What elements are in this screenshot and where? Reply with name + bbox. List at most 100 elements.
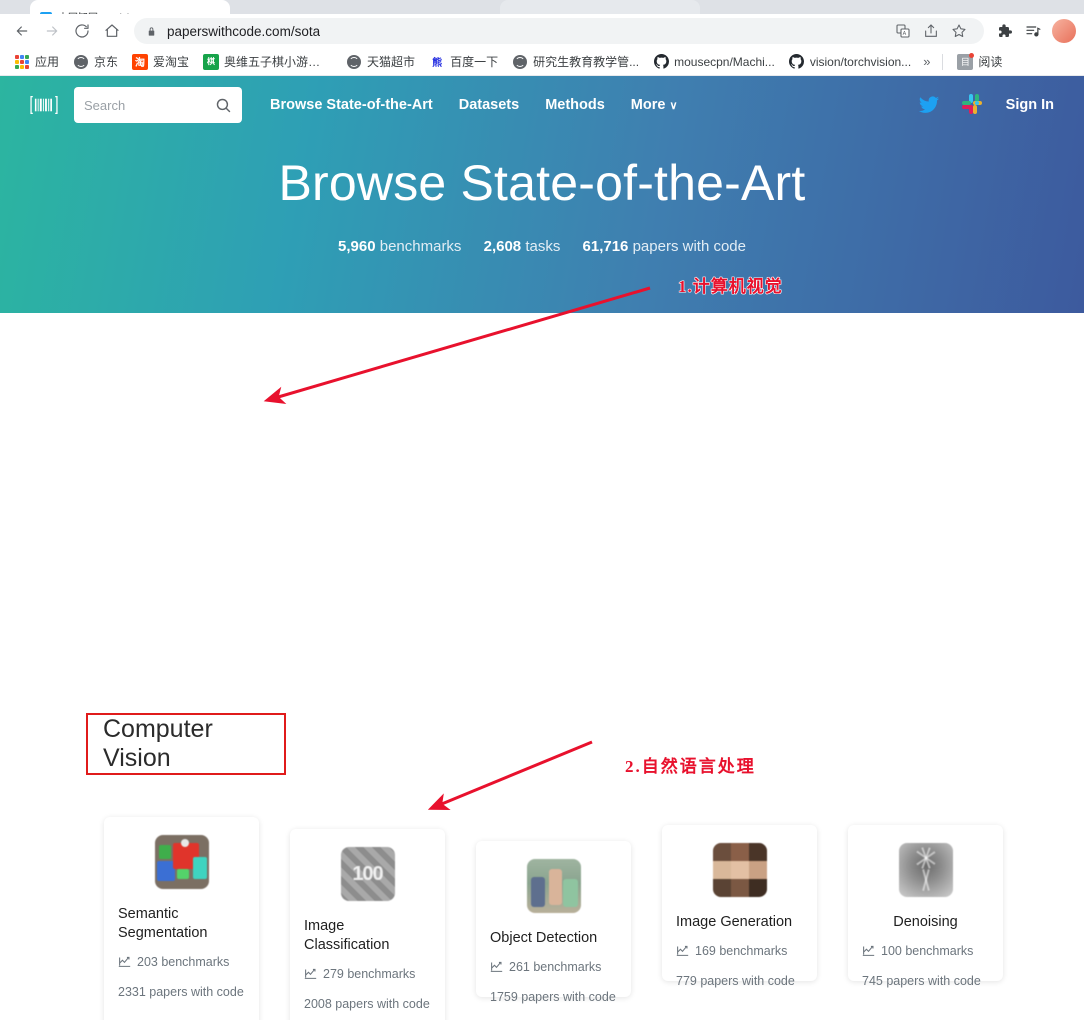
- bookmark-github-torchvision[interactable]: vision/torchvision...: [783, 51, 917, 73]
- bookmark-label: 百度一下: [450, 55, 499, 69]
- bookmark-label: 奥维五子棋小游戏,...: [224, 55, 333, 69]
- bookmark-baidu[interactable]: 熊 百度一下: [423, 50, 504, 73]
- bookmark-github-mousecpn[interactable]: mousecpn/Machi...: [647, 51, 781, 73]
- nav-datasets[interactable]: Datasets: [459, 97, 519, 113]
- slack-icon[interactable]: [961, 94, 984, 116]
- stat-benchmarks: 5,960 benchmarks: [338, 238, 466, 255]
- annotation-arrow-2: [427, 740, 593, 811]
- tab-strip: 中国知网 - Articles: [0, 0, 1084, 14]
- reading-list-button[interactable]: 目 阅读: [951, 50, 1008, 73]
- task-card-benchmarks: 203 benchmarks: [118, 954, 245, 972]
- task-card-title: Image Generation: [676, 914, 793, 930]
- task-card-object-detection[interactable]: Object Detection 261 benchmarks 1759 pap…: [476, 841, 631, 1004]
- stat-tasks: 2,608 tasks: [484, 238, 565, 255]
- bookmark-label: 天猫超市: [367, 55, 416, 69]
- bookmark-star-icon[interactable]: [946, 18, 972, 44]
- object-detection-thumb: [526, 859, 581, 913]
- denoising-thumb: [898, 843, 953, 897]
- section-title-computer-vision: Computer Vision: [103, 715, 213, 772]
- stat-benchmarks-value: 5,960: [338, 238, 376, 255]
- forward-arrow-icon[interactable]: [38, 17, 66, 45]
- task-card-semantic-segmentation[interactable]: Semantic Segmentation 203 benchmarks 233…: [104, 817, 259, 1020]
- profile-avatar-icon[interactable]: [1052, 19, 1076, 43]
- task-card-benchmarks-text: 279 benchmarks: [323, 967, 416, 982]
- semantic-segmentation-thumb: [154, 835, 209, 889]
- bookmark-game[interactable]: 棋 奥维五子棋小游戏,...: [197, 50, 338, 73]
- task-card-denoising[interactable]: Denoising 100 benchmarks 745 papers with…: [848, 825, 1003, 988]
- stat-papers-value: 61,716: [582, 238, 629, 255]
- task-card-papers: 2008 papers with code: [304, 996, 430, 1011]
- bookmark-bar: 应用 京东 淘 爱淘宝 棋 奥维五子棋小游戏,... 天猫超市 熊 百度一下 研…: [0, 48, 1084, 76]
- nav-more-label: More: [630, 97, 666, 113]
- omnibox-actions: A: [890, 18, 972, 44]
- sign-in-button[interactable]: Sign In: [1006, 97, 1054, 113]
- search-input[interactable]: [84, 97, 215, 113]
- bookmark-jd[interactable]: 京东: [67, 50, 124, 73]
- site-hero: Browse State-of-the-Art Datasets Methods…: [0, 76, 1084, 313]
- bookmark-edu[interactable]: 研究生教育教学管...: [506, 50, 645, 73]
- chart-icon: [118, 955, 131, 968]
- media-playlist-icon[interactable]: [1020, 18, 1046, 44]
- bookmark-label: mousecpn/Machi...: [674, 54, 775, 69]
- github-icon: [789, 54, 805, 70]
- bookmark-label: 爱淘宝: [153, 55, 190, 69]
- chart-icon: [676, 944, 689, 957]
- browser-tab-3[interactable]: [500, 0, 700, 14]
- site-nav-links: Browse State-of-the-Art Datasets Methods…: [270, 97, 678, 113]
- site-navbar: Browse State-of-the-Art Datasets Methods…: [0, 76, 1084, 134]
- bookmarks-overflow-button[interactable]: »: [919, 54, 934, 69]
- task-card-benchmarks: 100 benchmarks: [862, 943, 989, 961]
- bookmark-label: 研究生教育教学管...: [533, 55, 640, 69]
- back-arrow-icon[interactable]: [8, 17, 36, 45]
- task-card-image-generation[interactable]: Image Generation 169 benchmarks 779 pape…: [662, 825, 817, 988]
- chevron-down-icon: ∨: [669, 99, 678, 112]
- search-icon[interactable]: [215, 97, 232, 114]
- nav-methods[interactable]: Methods: [545, 97, 605, 113]
- baidu-icon: 熊: [432, 58, 443, 69]
- task-card-benchmarks-text: 169 benchmarks: [695, 944, 788, 959]
- computer-vision-section-heading-box: Computer Vision: [86, 713, 286, 775]
- paperswithcode-logo-icon[interactable]: [30, 92, 58, 118]
- svg-text:A: A: [903, 31, 907, 37]
- reading-list-label: 阅读: [978, 55, 1003, 69]
- chart-icon: [304, 967, 317, 980]
- bookmark-apps[interactable]: 应用: [8, 50, 65, 73]
- task-card-benchmarks: 169 benchmarks: [676, 943, 803, 961]
- extensions-puzzle-icon[interactable]: [992, 18, 1018, 44]
- bookmark-divider: [942, 53, 944, 70]
- game-icon: 棋: [203, 53, 220, 70]
- twitter-icon[interactable]: [918, 95, 940, 115]
- task-card-image-classification[interactable]: 100 Image Classification 279 benchmarks …: [290, 829, 445, 1020]
- address-bar[interactable]: paperswithcode.com/sota A: [134, 18, 984, 44]
- url-text: paperswithcode.com/sota: [167, 23, 321, 39]
- bookmark-label: vision/torchvision...: [809, 54, 912, 69]
- tab-favicon: [40, 12, 52, 14]
- share-icon[interactable]: [918, 18, 944, 44]
- stat-tasks-value: 2,608: [483, 238, 522, 255]
- bookmark-tmall[interactable]: 天猫超市: [340, 50, 421, 73]
- nav-more[interactable]: More ∨: [631, 97, 678, 113]
- search-box[interactable]: [74, 87, 242, 123]
- reload-icon[interactable]: [68, 17, 96, 45]
- lock-icon: [146, 25, 157, 38]
- bookmark-taobao[interactable]: 淘 爱淘宝: [126, 50, 195, 73]
- home-icon[interactable]: [98, 17, 126, 45]
- taobao-icon: 淘: [132, 53, 149, 70]
- browser-window: 中国知网 - Articles paperswithcode.com/sota …: [0, 0, 1084, 76]
- image-generation-thumb: [712, 843, 767, 897]
- computer-vision-card-row: Semantic Segmentation 203 benchmarks 233…: [0, 817, 1084, 1020]
- nav-browse-sota[interactable]: Browse State-of-the-Art: [270, 97, 433, 113]
- page-title: Browse State-of-the-Art: [278, 155, 806, 211]
- browser-tab-2[interactable]: [245, 0, 445, 14]
- task-card-benchmarks-text: 203 benchmarks: [137, 955, 230, 970]
- annotation-label-2: 2.自然语言处理: [625, 757, 756, 776]
- task-card-title: Image Classification: [304, 918, 390, 954]
- task-card-benchmarks: 261 benchmarks: [490, 959, 617, 977]
- stat-tasks-label: tasks: [525, 238, 561, 255]
- github-icon: [653, 54, 669, 70]
- stat-papers-label: papers with code: [632, 238, 746, 255]
- task-card-papers: 1759 papers with code: [490, 989, 616, 1004]
- translate-icon[interactable]: A: [890, 18, 916, 44]
- image-classification-thumb: 100: [340, 847, 395, 901]
- browser-tab-active[interactable]: 中国知网 - Articles: [30, 0, 230, 14]
